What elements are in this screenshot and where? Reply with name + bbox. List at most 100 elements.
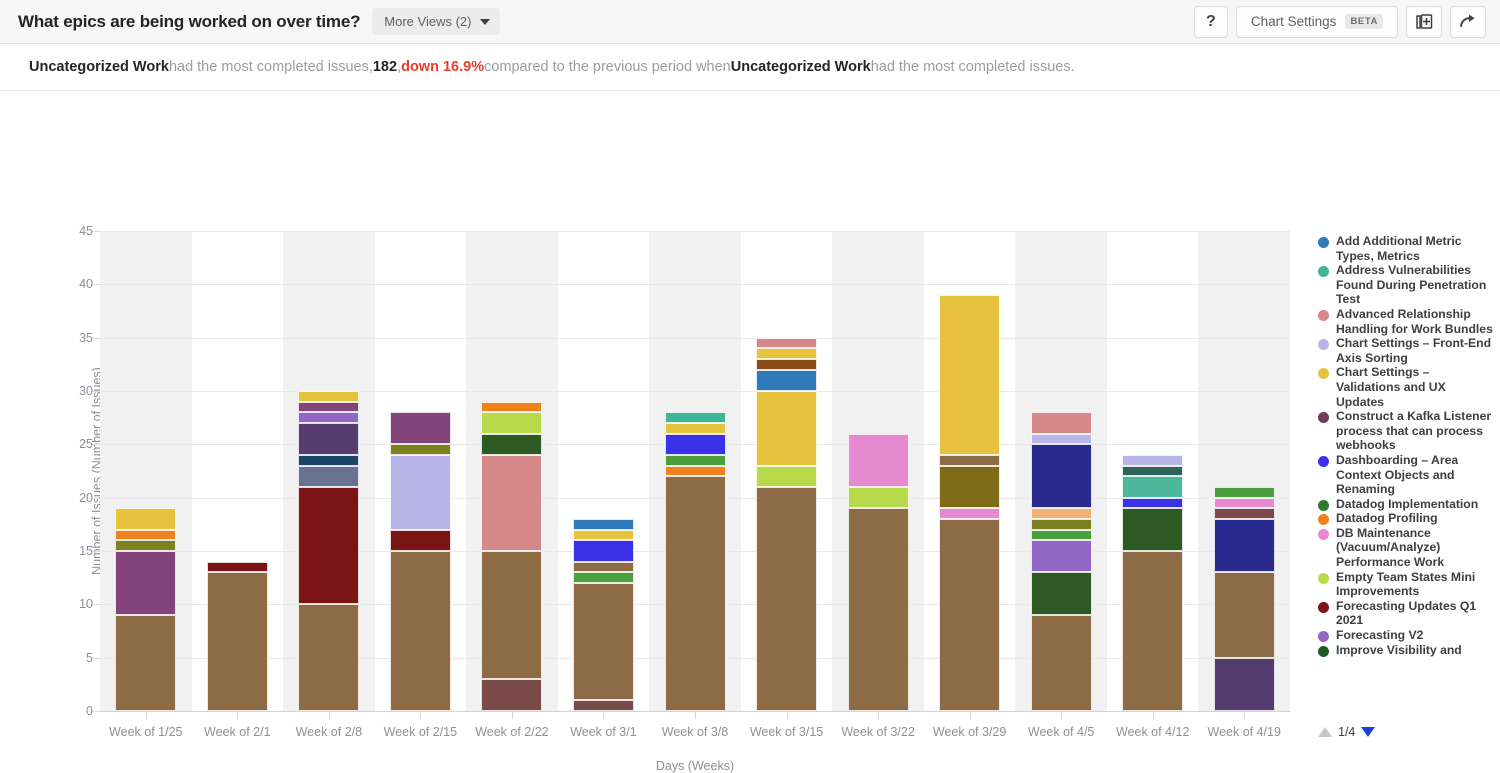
bar-segment[interactable] [756, 359, 818, 370]
bar-segment[interactable] [481, 679, 543, 711]
legend-item[interactable]: Datadog Profiling [1318, 511, 1496, 526]
bar-segment[interactable] [298, 604, 360, 711]
bar-segment[interactable] [115, 551, 177, 615]
bar-segment[interactable] [1122, 465, 1184, 477]
bar-segment[interactable] [847, 487, 909, 509]
legend-item[interactable]: Forecasting V2 [1318, 628, 1496, 643]
stacked-bar[interactable] [206, 561, 268, 711]
bar-segment[interactable] [1030, 444, 1092, 509]
bar-segment[interactable] [389, 444, 451, 455]
add-to-collection-button[interactable] [1406, 5, 1442, 38]
bar-segment[interactable] [664, 412, 726, 423]
bar-segment[interactable] [298, 391, 360, 402]
legend-item[interactable]: Dashboarding – Area Context Objects and … [1318, 453, 1496, 497]
stacked-bar[interactable] [298, 391, 360, 711]
bar-segment[interactable] [1030, 540, 1092, 573]
bar-segment[interactable] [481, 412, 543, 434]
bar-segment[interactable] [572, 572, 634, 583]
bar-segment[interactable] [572, 700, 634, 711]
bar-segment[interactable] [115, 540, 177, 551]
help-button[interactable]: ? [1193, 5, 1228, 38]
bar-segment[interactable] [939, 465, 1001, 509]
bar-segment[interactable] [389, 412, 451, 445]
bar-segment[interactable] [664, 433, 726, 455]
bar-segment[interactable] [1122, 476, 1184, 498]
bar-segment[interactable] [1030, 412, 1092, 434]
bar-segment[interactable] [298, 412, 360, 423]
stacked-bar[interactable] [847, 433, 909, 711]
bar-segment[interactable] [389, 529, 451, 551]
stacked-bar[interactable] [939, 295, 1001, 711]
bar-segment[interactable] [756, 465, 818, 487]
bar-segment[interactable] [939, 519, 1001, 711]
bar-segment[interactable] [572, 583, 634, 701]
bar-segment[interactable] [847, 433, 909, 487]
bar-segment[interactable] [298, 465, 360, 487]
share-button[interactable] [1450, 5, 1486, 38]
bar-segment[interactable] [1030, 519, 1092, 530]
bar-segment[interactable] [664, 423, 726, 434]
bar-segment[interactable] [756, 348, 818, 359]
legend-item[interactable]: Construct a Kafka Listener process that … [1318, 409, 1496, 453]
bar-segment[interactable] [572, 529, 634, 541]
legend-prev-page-icon[interactable] [1318, 727, 1332, 737]
bar-segment[interactable] [1213, 519, 1275, 573]
legend-item[interactable]: Chart Settings – Front-End Axis Sorting [1318, 336, 1496, 365]
stacked-bar[interactable] [115, 508, 177, 711]
bar-segment[interactable] [939, 508, 1001, 519]
bar-segment[interactable] [1213, 487, 1275, 498]
bar-segment[interactable] [298, 455, 360, 466]
legend-item[interactable]: Forecasting Updates Q1 2021 [1318, 599, 1496, 628]
bar-segment[interactable] [481, 455, 543, 551]
bar-segment[interactable] [1030, 572, 1092, 615]
bar-segment[interactable] [664, 476, 726, 711]
chart-settings-button[interactable]: Chart Settings BETA [1235, 5, 1398, 38]
bar-segment[interactable] [115, 508, 177, 530]
bar-segment[interactable] [1122, 497, 1184, 509]
stacked-bar[interactable] [1213, 487, 1275, 711]
bar-segment[interactable] [664, 455, 726, 466]
bar-segment[interactable] [1030, 433, 1092, 445]
bar-segment[interactable] [847, 508, 909, 711]
bar-segment[interactable] [572, 519, 634, 530]
bar-segment[interactable] [1213, 508, 1275, 519]
legend-next-page-icon[interactable] [1361, 727, 1376, 737]
bar-segment[interactable] [1030, 529, 1092, 541]
bar-segment[interactable] [756, 391, 818, 466]
bar-segment[interactable] [939, 295, 1001, 455]
bar-segment[interactable] [664, 465, 726, 477]
legend-item[interactable]: Address Vulnerabilities Found During Pen… [1318, 263, 1496, 307]
bar-segment[interactable] [115, 615, 177, 711]
legend-item[interactable]: DB Maintenance (Vacuum/Analyze) Performa… [1318, 526, 1496, 570]
bar-segment[interactable] [756, 337, 818, 349]
stacked-bar[interactable] [756, 337, 818, 711]
bar-segment[interactable] [298, 487, 360, 605]
bar-segment[interactable] [298, 401, 360, 413]
bar-segment[interactable] [481, 433, 543, 455]
bar-segment[interactable] [756, 369, 818, 391]
bar-segment[interactable] [1122, 508, 1184, 551]
bar-segment[interactable] [1122, 551, 1184, 711]
bar-segment[interactable] [481, 401, 543, 413]
legend-item[interactable]: Advanced Relationship Handling for Work … [1318, 307, 1496, 336]
bar-segment[interactable] [389, 455, 451, 530]
bar-segment[interactable] [1030, 615, 1092, 711]
bar-segment[interactable] [756, 487, 818, 711]
legend-item[interactable]: Datadog Implementation [1318, 497, 1496, 512]
bar-segment[interactable] [572, 540, 634, 562]
stacked-bar[interactable] [481, 401, 543, 711]
bar-segment[interactable] [1213, 497, 1275, 509]
bar-segment[interactable] [115, 529, 177, 541]
bar-segment[interactable] [206, 561, 268, 573]
stacked-bar[interactable] [572, 519, 634, 711]
bar-segment[interactable] [298, 423, 360, 455]
bar-segment[interactable] [206, 572, 268, 711]
more-views-dropdown[interactable]: More Views (2) [372, 8, 501, 35]
stacked-bar[interactable] [664, 412, 726, 711]
bar-segment[interactable] [481, 551, 543, 679]
bar-segment[interactable] [1213, 572, 1275, 658]
bar-segment[interactable] [1213, 657, 1275, 711]
bar-segment[interactable] [939, 455, 1001, 466]
stacked-bar[interactable] [1030, 412, 1092, 711]
stacked-bar[interactable] [389, 412, 451, 711]
